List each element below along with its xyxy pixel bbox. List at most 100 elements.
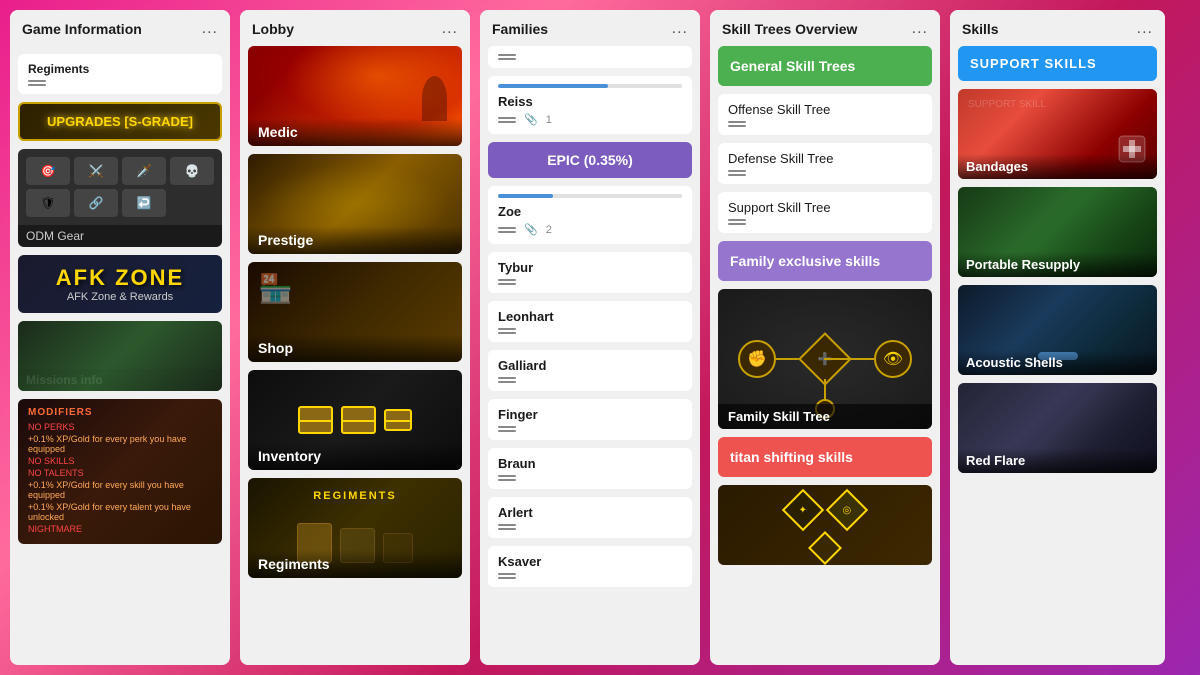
braun-lines (498, 475, 682, 481)
family-braun-card[interactable]: Braun (488, 448, 692, 489)
lobby-prestige-card[interactable]: Prestige (248, 154, 462, 254)
bandages-card[interactable]: SUPPORT SKILL Bandages (958, 89, 1157, 179)
odm-label: ODM Gear (18, 225, 222, 247)
prestige-label: Prestige (248, 226, 462, 254)
galliard-name: Galliard (498, 358, 682, 373)
red-flare-card[interactable]: Red Flare (958, 383, 1157, 473)
family-finger-card[interactable]: Finger (488, 399, 692, 440)
afk-subtitle: AFK Zone & Rewards (28, 291, 212, 303)
families-lines-icon (498, 54, 682, 60)
general-skill-trees-label: General Skill Trees (730, 58, 920, 74)
family-ksaver-card[interactable]: Ksaver (488, 546, 692, 587)
mod-no-talents: NO TALENTS (28, 468, 212, 478)
lobby-regiments-card[interactable]: REGIMENTS Regiments (248, 478, 462, 578)
family-skill-tree-card[interactable]: ✊ ➕ 👁 Family Skill Tree (718, 289, 932, 429)
shop-label: Shop (248, 334, 462, 362)
reiss-lines (498, 117, 516, 123)
odm-icon-rotate: ↩️ (122, 189, 166, 217)
family-reiss-card[interactable]: Reiss 📎 1 (488, 76, 692, 134)
skills-title: Skills (962, 21, 999, 37)
mod-no-skills: NO SKILLS (28, 456, 212, 466)
odm-card[interactable]: 🎯 ⚔️ 🗡️ 💀 🛡 🔗 ↩️ ODM Gear (18, 149, 222, 247)
defense-skill-tree-name: Defense Skill Tree (728, 151, 922, 166)
odm-icon-skull: 💀 (170, 157, 214, 185)
fst-connector-right (824, 358, 874, 360)
family-zoe-card[interactable]: Zoe 📎 2 (488, 186, 692, 244)
odm-icon-axe: ⚔️ (74, 157, 118, 185)
titan-shifting-label: titan shifting skills (730, 449, 920, 465)
support-skills-card[interactable]: SUPPORT SKILLS (958, 46, 1157, 81)
skill-trees-content: General Skill Trees Offense Skill Tree D… (710, 46, 940, 665)
grades-card[interactable]: UPGRADES [S-GRADE] (18, 102, 222, 141)
modifiers-card[interactable]: MODIFIERS NO PERKS +0.1% XP/Gold for eve… (18, 399, 222, 544)
titan-shifting-card[interactable]: titan shifting skills (718, 437, 932, 477)
zoe-name: Zoe (498, 204, 682, 219)
family-exclusive-label: Family exclusive skills (730, 253, 920, 269)
medic-label: Medic (248, 118, 462, 146)
offense-skill-tree-name: Offense Skill Tree (728, 102, 922, 117)
skills-column: Skills ... SUPPORT SKILLS SUPPORT SKILL … (950, 10, 1165, 665)
support-skills-label: SUPPORT SKILLS (970, 56, 1145, 71)
braun-name: Braun (498, 456, 682, 471)
portable-resupply-label: Portable Resupply (958, 252, 1157, 277)
support-skill-tree-name: Support Skill Tree (728, 200, 922, 215)
game-info-header: Game Information ... (10, 10, 230, 46)
skill-trees-menu[interactable]: ... (912, 20, 928, 38)
lobby-medic-card[interactable]: Medic (248, 46, 462, 146)
family-leonhart-card[interactable]: Leonhart (488, 301, 692, 342)
lobby-content: Medic Prestige 🏪 Shop I (240, 46, 470, 665)
ksaver-lines (498, 573, 682, 579)
family-skill-tree-label: Family Skill Tree (718, 404, 932, 429)
defense-lines (728, 170, 922, 176)
odm-icons-row2: 🛡 🔗 ↩️ (26, 189, 214, 217)
lobby-menu[interactable]: ... (442, 20, 458, 38)
crate-1 (298, 406, 333, 434)
regiments-small-card[interactable]: Regiments (18, 54, 222, 94)
afk-card[interactable]: AFK ZONE AFK Zone & Rewards (18, 255, 222, 313)
family-arlert-card[interactable]: Arlert (488, 497, 692, 538)
lobby-shop-card[interactable]: 🏪 Shop (248, 262, 462, 362)
odm-icons-row1: 🎯 ⚔️ 🗡️ 💀 (26, 157, 214, 185)
fst-node-left: ✊ (738, 340, 776, 378)
zoe-progress (498, 194, 553, 198)
offense-lines (728, 121, 922, 127)
crate-2 (341, 406, 376, 434)
families-header: Families ... (480, 10, 700, 46)
offense-skill-tree-card[interactable]: Offense Skill Tree (718, 94, 932, 135)
lobby-column: Lobby ... Medic Prestige 🏪 Shop (240, 10, 470, 665)
support-skill-tree-card[interactable]: Support Skill Tree (718, 192, 932, 233)
families-menu[interactable]: ... (672, 20, 688, 38)
arlert-name: Arlert (498, 505, 682, 520)
reiss-progress (498, 84, 608, 88)
inventory-label: Inventory (248, 442, 462, 470)
family-tybur-card[interactable]: Tybur (488, 252, 692, 293)
families-column: Families ... Reiss 📎 1 EPIC (0.35%) (480, 10, 700, 665)
grades-title: UPGRADES [S-GRADE] (30, 114, 210, 129)
fst-node-right: 👁 (874, 340, 912, 378)
shop-icon: 🏪 (258, 272, 293, 305)
bandages-overlay-text: SUPPORT SKILL (968, 99, 1046, 110)
family-galliard-card[interactable]: Galliard (488, 350, 692, 391)
epic-card[interactable]: EPIC (0.35%) (488, 142, 692, 178)
skills-menu[interactable]: ... (1137, 20, 1153, 38)
acoustic-shells-card[interactable]: Acoustic Shells (958, 285, 1157, 375)
zoe-count: 2 (546, 224, 552, 236)
finger-lines (498, 426, 682, 432)
regiments-title: Regiments (28, 62, 212, 76)
general-skill-trees-card[interactable]: General Skill Trees (718, 46, 932, 86)
zoe-clip-icon: 📎 (524, 223, 538, 236)
reiss-count: 1 (546, 114, 552, 126)
lobby-inventory-card[interactable]: Inventory (248, 370, 462, 470)
skill-trees-column: Skill Trees Overview ... General Skill T… (710, 10, 940, 665)
families-content: Reiss 📎 1 EPIC (0.35%) Zoe 📎 2 (480, 46, 700, 665)
family-exclusive-skills-card[interactable]: Family exclusive skills (718, 241, 932, 281)
defense-skill-tree-card[interactable]: Defense Skill Tree (718, 143, 932, 184)
portable-resupply-card[interactable]: Portable Resupply (958, 187, 1157, 277)
tybur-lines (498, 279, 682, 285)
leonhart-name: Leonhart (498, 309, 682, 324)
titan-tree-card[interactable]: ✦ ◎ (718, 485, 932, 565)
missions-card[interactable]: Missions info (18, 321, 222, 391)
game-info-menu[interactable]: ... (202, 20, 218, 38)
leonhart-lines (498, 328, 682, 334)
epic-label: EPIC (0.35%) (498, 152, 682, 168)
